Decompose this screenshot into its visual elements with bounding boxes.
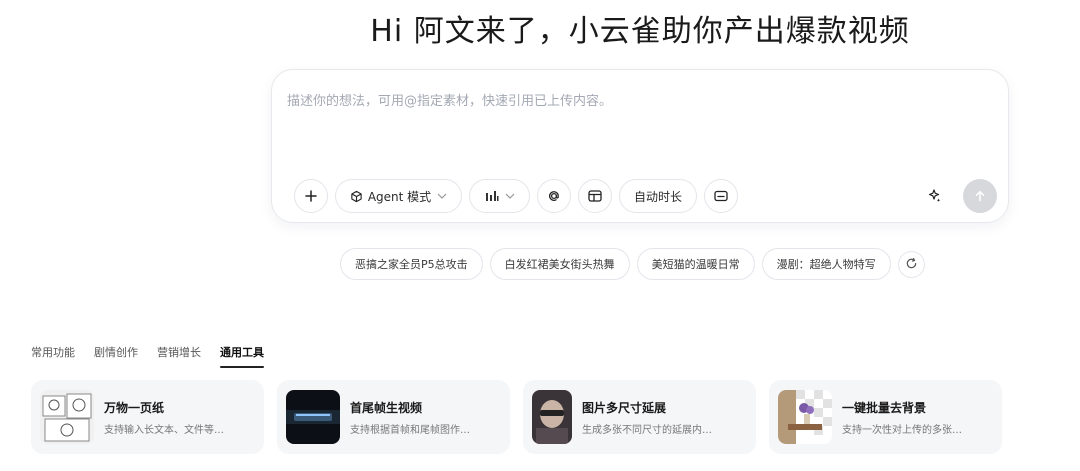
prompt-toolbar: Agent 模式 自动时长 [294, 179, 745, 213]
agent-mode-select[interactable]: Agent 模式 [335, 179, 462, 213]
card-desc: 支持输入长文本、文件等… [104, 424, 224, 436]
tab-common[interactable]: 常用功能 [31, 344, 75, 368]
cube-icon [350, 190, 363, 203]
tab-story[interactable]: 剧情创作 [94, 344, 138, 368]
sparkle-icon [926, 188, 942, 208]
card-title: 首尾帧生视频 [350, 400, 423, 415]
refresh-suggestions-button[interactable] [897, 250, 925, 278]
card-title: 一键批量去背景 [842, 400, 927, 415]
suggestion-chip[interactable]: 白发红裙美女街头热舞 [489, 248, 630, 280]
category-tabs: 常用功能 剧情创作 营销增长 通用工具 [31, 344, 283, 368]
chevron-down-icon [437, 191, 447, 202]
card-thumbnail [40, 390, 94, 444]
tool-card-remove-bg[interactable]: 一键批量去背景 支持一次性对上传的多张… [769, 380, 1002, 454]
card-desc: 生成多张不同尺寸的延展内… [582, 424, 712, 436]
card-thumbnail [286, 390, 340, 444]
tool-card-one-pager[interactable]: 万物一页纸 支持输入长文本、文件等… [31, 380, 264, 454]
page: Hi 阿文来了，小云雀助你产出爆款视频 描述你的想法，可用@指定素材，快速引用已… [0, 0, 1080, 471]
tab-marketing[interactable]: 营销增长 [157, 344, 201, 368]
layout-icon [588, 190, 602, 202]
refresh-icon [905, 255, 918, 274]
subtitle-icon [714, 190, 728, 202]
card-thumbnail [532, 390, 572, 444]
card-title: 万物一页纸 [104, 400, 165, 415]
prompt-box[interactable]: 描述你的想法，可用@指定素材，快速引用已上传内容。 Agent 模式 自动时长 [271, 69, 1009, 223]
card-desc: 支持根据首帧和尾帧图作… [350, 424, 470, 436]
layout-button[interactable] [578, 179, 612, 213]
magic-button[interactable] [922, 186, 946, 210]
prompt-input[interactable]: 描述你的想法，可用@指定素材，快速引用已上传内容。 [287, 90, 612, 109]
card-thumbnail [778, 390, 832, 444]
tab-tools[interactable]: 通用工具 [220, 344, 264, 368]
at-icon [547, 189, 561, 203]
mention-button[interactable] [537, 179, 571, 213]
suggestion-list: 恶搞之家全员P5总攻击 白发红裙美女街头热舞 美短猫的温暖日常 漫剧：超绝人物特… [340, 248, 925, 280]
hero-title: Hi 阿文来了，小云雀助你产出爆款视频 [370, 14, 910, 49]
card-desc: 支持一次性对上传的多张… [842, 424, 962, 436]
tool-card-first-last-frame[interactable]: 首尾帧生视频 支持根据首帧和尾帧图作… [277, 380, 510, 454]
tool-card-multi-size[interactable]: 图片多尺寸延展 生成多张不同尺寸的延展内… [523, 380, 756, 454]
add-button[interactable] [294, 179, 328, 213]
duration-button[interactable]: 自动时长 [619, 179, 697, 213]
chevron-down-icon [505, 191, 515, 202]
suggestion-chip[interactable]: 漫剧：超绝人物特写 [761, 248, 891, 280]
send-button[interactable] [963, 179, 997, 213]
suggestion-chip[interactable]: 恶搞之家全员P5总攻击 [340, 248, 483, 280]
tool-card-list: 万物一页纸 支持输入长文本、文件等… 首尾帧生视频 支持根据首帧和尾帧图作… 图… [31, 380, 1015, 454]
plus-icon [305, 190, 317, 202]
card-title: 图片多尺寸延展 [582, 400, 667, 415]
suggestion-chip[interactable]: 美短猫的温暖日常 [636, 248, 755, 280]
arrow-up-icon [974, 187, 986, 206]
agent-mode-label: Agent 模式 [367, 189, 432, 204]
caption-button[interactable] [704, 179, 738, 213]
chart-select[interactable] [469, 179, 530, 213]
bar-chart-icon [485, 190, 499, 202]
